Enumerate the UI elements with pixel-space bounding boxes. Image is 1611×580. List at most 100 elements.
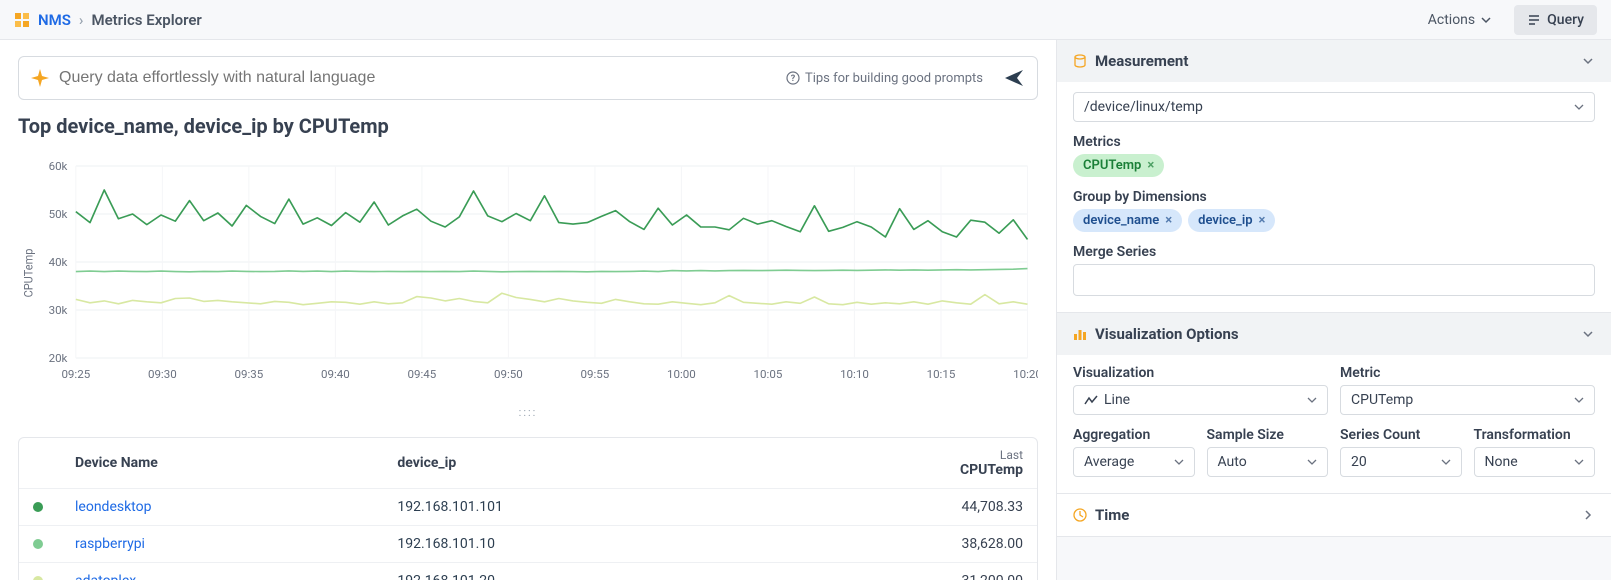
device-ip-cell: 192.168.101.20	[383, 563, 772, 580]
svg-text:09:45: 09:45	[408, 368, 437, 381]
series-color-dot	[33, 539, 43, 549]
table-header-row: Device Name device_ip Last CPUTemp	[19, 438, 1037, 489]
samplesize-label: Sample Size	[1207, 427, 1329, 443]
svg-text:10:00: 10:00	[667, 368, 696, 381]
svg-text:10:15: 10:15	[927, 368, 956, 381]
nl-query-bar: ? Tips for building good prompts	[18, 56, 1038, 100]
svg-text:10:10: 10:10	[840, 368, 869, 381]
measurement-select[interactable]: /device/linux/temp	[1073, 92, 1595, 122]
chevron-down-icon	[1581, 327, 1595, 341]
metrics-label: Metrics	[1073, 134, 1595, 150]
viz-header[interactable]: Visualization Options	[1057, 313, 1611, 355]
groupby-chip[interactable]: device_ip×	[1188, 209, 1275, 232]
metric-select[interactable]: CPUTemp	[1340, 385, 1595, 415]
svg-text:30k: 30k	[49, 304, 68, 317]
sparkle-icon	[31, 69, 49, 87]
transformation-select[interactable]: None	[1474, 447, 1596, 477]
tips-link[interactable]: ? Tips for building good prompts	[786, 71, 983, 86]
actions-dropdown[interactable]: Actions	[1415, 5, 1504, 35]
svg-text:09:50: 09:50	[494, 368, 523, 381]
series-color-dot	[33, 576, 43, 580]
svg-text:20k: 20k	[49, 352, 68, 365]
list-icon	[1527, 13, 1541, 27]
database-icon	[1073, 54, 1087, 68]
section-viz-options: Visualization Options Visualization Line	[1057, 313, 1611, 494]
metric-label: Metric	[1340, 365, 1595, 381]
main-pane: ? Tips for building good prompts Top dev…	[0, 40, 1056, 580]
device-ip-cell: 192.168.101.101	[383, 489, 772, 526]
chart[interactable]: 20k30k40k50k60kCPUTemp09:2509:3009:3509:…	[18, 158, 1038, 388]
chevron-down-icon	[1574, 457, 1584, 467]
merge-input[interactable]	[1073, 264, 1595, 296]
table-row[interactable]: adatoplex 192.168.101.20 31,200.00	[19, 563, 1037, 580]
svg-text:60k: 60k	[49, 160, 68, 173]
visualization-select[interactable]: Line	[1073, 385, 1328, 415]
table-row[interactable]: raspberrypi 192.168.101.10 38,628.00	[19, 526, 1037, 563]
col-device-ip[interactable]: device_ip	[383, 438, 772, 489]
chevron-down-icon	[1441, 457, 1451, 467]
send-button[interactable]	[1003, 67, 1025, 89]
svg-text:50k: 50k	[49, 208, 68, 221]
table-row[interactable]: leondesktop 192.168.101.101 44,708.33	[19, 489, 1037, 526]
groupby-chiplist: device_name× device_ip×	[1073, 209, 1595, 232]
bar-chart-icon	[1073, 327, 1087, 341]
topbar: NMS › Metrics Explorer Actions Query	[0, 0, 1611, 40]
seriescount-label: Series Count	[1340, 427, 1462, 443]
nl-query-input[interactable]	[59, 69, 776, 87]
send-icon	[1003, 67, 1025, 89]
last-value-cell: 44,708.33	[772, 489, 1037, 526]
chevron-down-icon	[1581, 54, 1595, 68]
last-value-cell: 31,200.00	[772, 563, 1037, 580]
section-time: Time	[1057, 494, 1611, 537]
visualization-label: Visualization	[1073, 365, 1328, 381]
svg-text:CPUTemp: CPUTemp	[22, 249, 35, 298]
svg-text:09:40: 09:40	[321, 368, 350, 381]
section-measurement: Measurement /device/linux/temp Metrics C…	[1057, 40, 1611, 313]
device-name-link[interactable]: adatoplex	[61, 563, 383, 580]
clock-icon	[1073, 508, 1087, 522]
help-icon: ?	[786, 71, 800, 85]
samplesize-select[interactable]: Auto	[1207, 447, 1329, 477]
breadcrumb-root-link[interactable]: NMS	[38, 11, 71, 29]
topbar-right: Actions Query	[1415, 5, 1597, 35]
pane-resize-handle[interactable]: ::::	[18, 402, 1038, 423]
svg-text:?: ?	[791, 74, 796, 84]
chevron-down-icon	[1174, 457, 1184, 467]
device-name-link[interactable]: raspberrypi	[61, 526, 383, 563]
query-button[interactable]: Query	[1514, 5, 1597, 35]
metrics-chiplist: CPUTemp×	[1073, 154, 1595, 177]
chip-remove-icon[interactable]: ×	[1147, 158, 1154, 173]
chevron-down-icon	[1307, 457, 1317, 467]
breadcrumb-separator: ›	[79, 11, 84, 29]
svg-text:09:25: 09:25	[61, 368, 90, 381]
merge-label: Merge Series	[1073, 244, 1595, 260]
svg-text:09:30: 09:30	[148, 368, 177, 381]
last-value-cell: 38,628.00	[772, 526, 1037, 563]
svg-text:09:55: 09:55	[581, 368, 610, 381]
col-last[interactable]: Last CPUTemp	[772, 438, 1037, 489]
config-pane: Measurement /device/linux/temp Metrics C…	[1056, 40, 1611, 580]
time-header[interactable]: Time	[1057, 494, 1611, 536]
svg-text:40k: 40k	[49, 256, 68, 269]
device-ip-cell: 192.168.101.10	[383, 526, 772, 563]
metric-chip[interactable]: CPUTemp×	[1073, 154, 1164, 177]
seriescount-select[interactable]: 20	[1340, 447, 1462, 477]
chevron-down-icon	[1307, 395, 1317, 405]
breadcrumb: NMS › Metrics Explorer	[14, 11, 202, 29]
measurement-header[interactable]: Measurement	[1057, 40, 1611, 82]
col-device-name[interactable]: Device Name	[61, 438, 383, 489]
device-name-link[interactable]: leondesktop	[61, 489, 383, 526]
chart-title: Top device_name, device_ip by CPUTemp	[18, 114, 1038, 138]
chevron-right-icon	[1581, 508, 1595, 522]
aggregation-select[interactable]: Average	[1073, 447, 1195, 477]
series-table: Device Name device_ip Last CPUTemp leond…	[18, 437, 1038, 580]
breadcrumb-current: Metrics Explorer	[91, 11, 201, 29]
series-color-dot	[33, 502, 43, 512]
groupby-chip[interactable]: device_name×	[1073, 209, 1182, 232]
transformation-label: Transformation	[1474, 427, 1596, 443]
chip-remove-icon[interactable]: ×	[1165, 213, 1172, 228]
chevron-down-icon	[1481, 15, 1491, 25]
chip-remove-icon[interactable]: ×	[1259, 213, 1266, 228]
svg-text:10:05: 10:05	[754, 368, 783, 381]
line-chart-icon	[1084, 393, 1098, 407]
